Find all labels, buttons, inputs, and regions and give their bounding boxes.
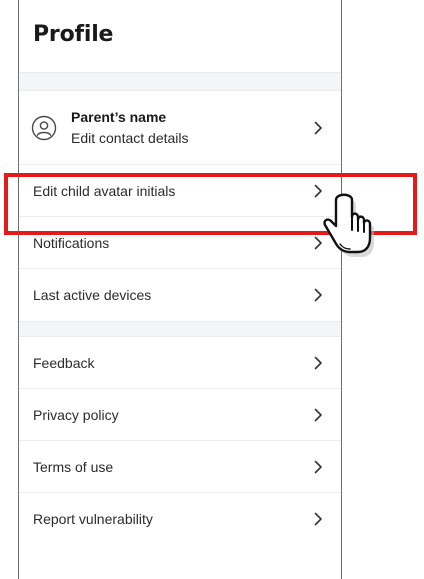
screen: Profile Parent’s name Edit contact detai… xyxy=(0,0,424,579)
profile-screen: Profile Parent’s name Edit contact detai… xyxy=(18,0,342,579)
chevron-right-icon xyxy=(314,356,322,369)
menu-item-last-active-devices[interactable]: Last active devices xyxy=(19,269,341,321)
menu-item-label: Report vulnerability xyxy=(33,511,153,527)
chevron-right-icon xyxy=(314,408,322,421)
chevron-right-icon xyxy=(314,512,322,526)
page-title: Profile xyxy=(33,22,114,47)
menu-item-privacy-policy[interactable]: Privacy policy xyxy=(19,389,341,441)
menu-item-notifications[interactable]: Notifications xyxy=(19,217,341,269)
user-circle-icon xyxy=(31,115,57,140)
chevron-right-icon xyxy=(314,460,322,473)
edit-contact-details-label: Edit contact details xyxy=(71,130,189,146)
chevron-right-icon xyxy=(314,184,322,197)
profile-row[interactable]: Parent’s name Edit contact details xyxy=(19,91,341,165)
profile-text: Parent’s name Edit contact details xyxy=(71,109,189,146)
menu-item-label: Notifications xyxy=(33,234,110,251)
chevron-right-icon xyxy=(314,121,322,134)
menu-item-feedback[interactable]: Feedback xyxy=(19,337,341,389)
menu-item-edit-child-avatar-initials[interactable]: Edit child avatar initials xyxy=(19,165,341,217)
chevron-right-icon xyxy=(314,236,322,249)
menu-item-label: Privacy policy xyxy=(33,406,119,423)
menu-item-label: Edit child avatar initials xyxy=(33,182,176,199)
parent-name: Parent’s name xyxy=(71,109,167,125)
menu-item-terms-of-use[interactable]: Terms of use xyxy=(19,441,341,493)
menu-item-report-vulnerability[interactable]: Report vulnerability xyxy=(19,493,341,545)
menu-item-label: Feedback xyxy=(33,354,95,371)
section-divider xyxy=(19,321,341,337)
menu-item-label: Last active devices xyxy=(33,287,152,303)
chevron-right-icon xyxy=(314,288,322,302)
header: Profile xyxy=(19,0,341,72)
section-divider xyxy=(19,72,341,91)
menu-item-label: Terms of use xyxy=(33,458,114,475)
